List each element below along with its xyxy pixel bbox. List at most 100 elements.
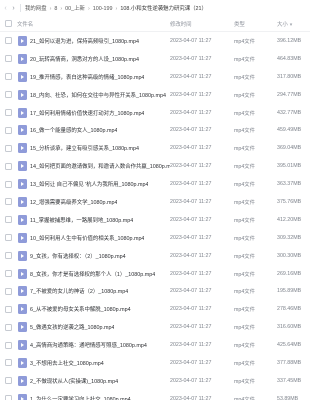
breadcrumb-item[interactable]: 8 [54, 6, 57, 12]
file-row[interactable]: 6_从不被爱的母女关系中解脱_1080p.mp4 2023-04-07 11:27… [0, 300, 310, 318]
file-row[interactable]: 10_如何利用人生中有价值的相关系_1080p.mp4 2023-04-07 11… [0, 229, 310, 247]
row-checkbox[interactable] [5, 395, 12, 400]
file-modified-time: 2023-04-07 11:27 [170, 324, 212, 331]
file-name[interactable]: 6_从不被爱的母女关系中解脱_1080p.mp4 [30, 305, 131, 313]
row-checkbox[interactable] [5, 359, 12, 367]
file-name[interactable]: 4_高情商沟通策略：通吧情感写照感_1080p.mp4 [30, 341, 147, 349]
file-modified-time: 2023-04-07 11:27 [170, 342, 212, 349]
sort-caret-icon[interactable]: ▾ [290, 22, 293, 28]
file-row[interactable]: 9_女孩，你有选择权：（2）_1080p.mp4 2023-04-07 11:27… [0, 247, 310, 265]
file-type: mp4文件 [234, 199, 255, 206]
chevron-right-icon[interactable]: › [10, 3, 17, 13]
file-modified-time: 2023-04-07 11:27 [170, 306, 212, 313]
breadcrumb-item[interactable]: 108.小和女性逆袭魅力研究课（21） [120, 6, 207, 12]
row-checkbox[interactable] [5, 377, 12, 385]
row-checkbox[interactable] [5, 323, 12, 331]
file-name[interactable]: 9_女孩，你有选择权：（2）_1080p.mp4 [30, 252, 126, 260]
file-modified-time: 2023-04-07 11:27 [170, 145, 212, 152]
file-name[interactable]: 13_如何让 自己不偏见 '杭人为我所用_1080p.mp4 [30, 180, 148, 188]
header-name[interactable]: 文件名 [17, 20, 33, 28]
file-modified-time: 2023-04-07 11:27 [170, 198, 212, 205]
video-file-icon [18, 89, 27, 100]
file-name[interactable]: 8_女孩，你才是有选择权的那个人（1）_1080p.mp4 [30, 270, 155, 278]
file-size: 363.37MB [277, 181, 302, 188]
file-row[interactable]: 13_如何让 自己不偏见 '杭人为我所用_1080p.mp4 2023-04-07… [0, 175, 310, 193]
video-file-icon [18, 375, 27, 386]
row-checkbox[interactable] [5, 234, 12, 242]
file-row[interactable]: 3_不想用去上社交_1080p.mp4 2023-04-07 11:27 mp4文件… [0, 354, 310, 372]
row-checkbox[interactable] [5, 305, 12, 313]
file-size: 412.20MB [277, 216, 302, 223]
row-checkbox[interactable] [5, 126, 12, 134]
row-checkbox[interactable] [5, 73, 12, 81]
file-modified-time: 2023-04-07 11:27 [170, 270, 212, 277]
file-name[interactable]: 12_增强需要高级养文学_1080p.mp4 [30, 198, 117, 206]
header-time[interactable]: 修改时间 [170, 20, 234, 28]
file-name[interactable]: 19_推开情感，表白这种高级的情绪_1080p.mp4 [30, 73, 144, 81]
file-list: 21_如何以退为进，保持高频吸引_1080p.mp4 2023-04-07 11:… [0, 32, 310, 400]
file-row[interactable]: 16_做一个能量感的女人_1080p.mp4 2023-04-07 11:27 mp… [0, 121, 310, 139]
row-checkbox[interactable] [5, 216, 12, 224]
row-checkbox[interactable] [5, 198, 12, 206]
breadcrumb-item[interactable]: 00_上新 [65, 6, 85, 12]
file-name[interactable]: 5_做遇女孩的逆袭之路_1080p.mp4 [30, 323, 114, 331]
row-checkbox[interactable] [5, 341, 12, 349]
row-checkbox[interactable] [5, 180, 12, 188]
row-checkbox[interactable] [5, 162, 12, 170]
file-name[interactable]: 18_内向、社恐，如何在交往中与异性开关系_1080p.mp4 [30, 91, 166, 99]
file-name[interactable]: 2_不做现状从人(实操课)_1080p.mp4 [30, 377, 118, 385]
file-row[interactable]: 21_如何以退为进，保持高频吸引_1080p.mp4 2023-04-07 11:… [0, 32, 310, 50]
file-size: 375.76MB [277, 198, 302, 205]
file-row[interactable]: 20_玩转高情商，洞悉对方的人设_1080p.mp4 2023-04-07 11:… [0, 50, 310, 68]
row-checkbox[interactable] [5, 37, 12, 45]
row-checkbox[interactable] [5, 270, 12, 278]
file-name[interactable]: 3_不想用去上社交_1080p.mp4 [30, 359, 104, 367]
file-row[interactable]: 11_掌握被捕思维，一路展到地_1080p.mp4 2023-04-07 11:2… [0, 211, 310, 229]
file-row[interactable]: 4_高情商沟通策略：通吧情感写照感_1080p.mp4 2023-04-07 11… [0, 336, 310, 354]
file-name[interactable]: 14_如何把页面的邀请做到，和邀请入数合作共赢_1080p.mp4 [30, 162, 170, 170]
header-size[interactable]: 大小 [277, 22, 288, 28]
video-file-icon [18, 340, 27, 351]
file-name[interactable]: 20_玩转高情商，洞悉对方的人设_1080p.mp4 [30, 55, 139, 63]
header-type[interactable]: 类型 [234, 20, 277, 28]
file-modified-time: 2023-04-07 11:27 [170, 73, 212, 80]
video-file-icon [18, 196, 27, 207]
row-checkbox[interactable] [5, 144, 12, 152]
file-row[interactable]: 8_女孩，你才是有选择权的那个人（1）_1080p.mp4 2023-04-07 … [0, 265, 310, 283]
file-row[interactable]: 15_分析谈承，建立有吸引感关系_1080p.mp4 2023-04-07 11:… [0, 139, 310, 157]
video-file-icon [18, 71, 27, 82]
row-checkbox[interactable] [5, 287, 12, 295]
file-modified-time: 2023-04-07 11:27 [170, 181, 212, 188]
file-row[interactable]: 12_增强需要高级养文学_1080p.mp4 2023-04-07 11:27 mp… [0, 193, 310, 211]
file-row[interactable]: 17_如何利用情绪价值快速打动对方_1080p.mp4 2023-04-07 11… [0, 104, 310, 122]
breadcrumb-item[interactable]: 我的网盘 [25, 6, 47, 12]
file-row[interactable]: 14_如何把页面的邀请做到，和邀请入数合作共赢_1080p.mp4 2023-04… [0, 157, 310, 175]
row-checkbox[interactable] [5, 109, 12, 116]
file-row[interactable]: 18_内向、社恐，如何在交往中与异性开关系_1080p.mp4 2023-04-0… [0, 86, 310, 104]
file-name[interactable]: 21_如何以退为进，保持高频吸引_1080p.mp4 [30, 37, 139, 45]
video-file-icon [18, 304, 27, 315]
file-modified-time: 2023-04-07 11:27 [170, 216, 212, 223]
row-checkbox[interactable] [5, 91, 12, 99]
file-name[interactable]: 7_不被爱的女儿的神话（2）_1080p.mp4 [30, 287, 128, 295]
file-size: 425.64MB [277, 342, 302, 349]
file-row[interactable]: 19_推开情感，表白这种高级的情绪_1080p.mp4 2023-04-07 11… [0, 68, 310, 86]
file-name[interactable]: 11_掌握被捕思维，一路展到地_1080p.mp4 [30, 216, 133, 224]
file-row[interactable]: 1_为什么一定要学习向上社交_1080p.mp4 2023-04-07 11:27… [0, 390, 310, 400]
file-name[interactable]: 10_如何利用人生中有价值的相关系_1080p.mp4 [30, 234, 144, 242]
file-name[interactable]: 15_分析谈承，建立有吸引感关系_1080p.mp4 [30, 144, 139, 152]
file-row[interactable]: 2_不做现状从人(实操课)_1080p.mp4 2023-04-07 11:27 m… [0, 372, 310, 390]
row-checkbox[interactable] [5, 55, 12, 63]
breadcrumb-item[interactable]: 100-199 [93, 6, 113, 12]
chevron-left-icon[interactable]: ‹ [2, 3, 9, 13]
row-checkbox[interactable] [5, 252, 12, 260]
file-name[interactable]: 16_做一个能量感的女人_1080p.mp4 [30, 126, 117, 134]
file-name[interactable]: 1_为什么一定要学习向上社交_1080p.mp4 [30, 395, 131, 400]
file-row[interactable]: 7_不被爱的女儿的神话（2）_1080p.mp4 2023-04-07 11:27… [0, 282, 310, 300]
select-all-checkbox[interactable] [5, 20, 12, 27]
file-modified-time: 2023-04-07 11:27 [170, 359, 212, 366]
file-name[interactable]: 17_如何利用情绪价值快速打动对方_1080p.mp4 [30, 109, 144, 117]
file-type: mp4文件 [234, 378, 255, 385]
file-size: 309.32MB [277, 234, 302, 241]
file-row[interactable]: 5_做遇女孩的逆袭之路_1080p.mp4 2023-04-07 11:27 mp4… [0, 318, 310, 336]
